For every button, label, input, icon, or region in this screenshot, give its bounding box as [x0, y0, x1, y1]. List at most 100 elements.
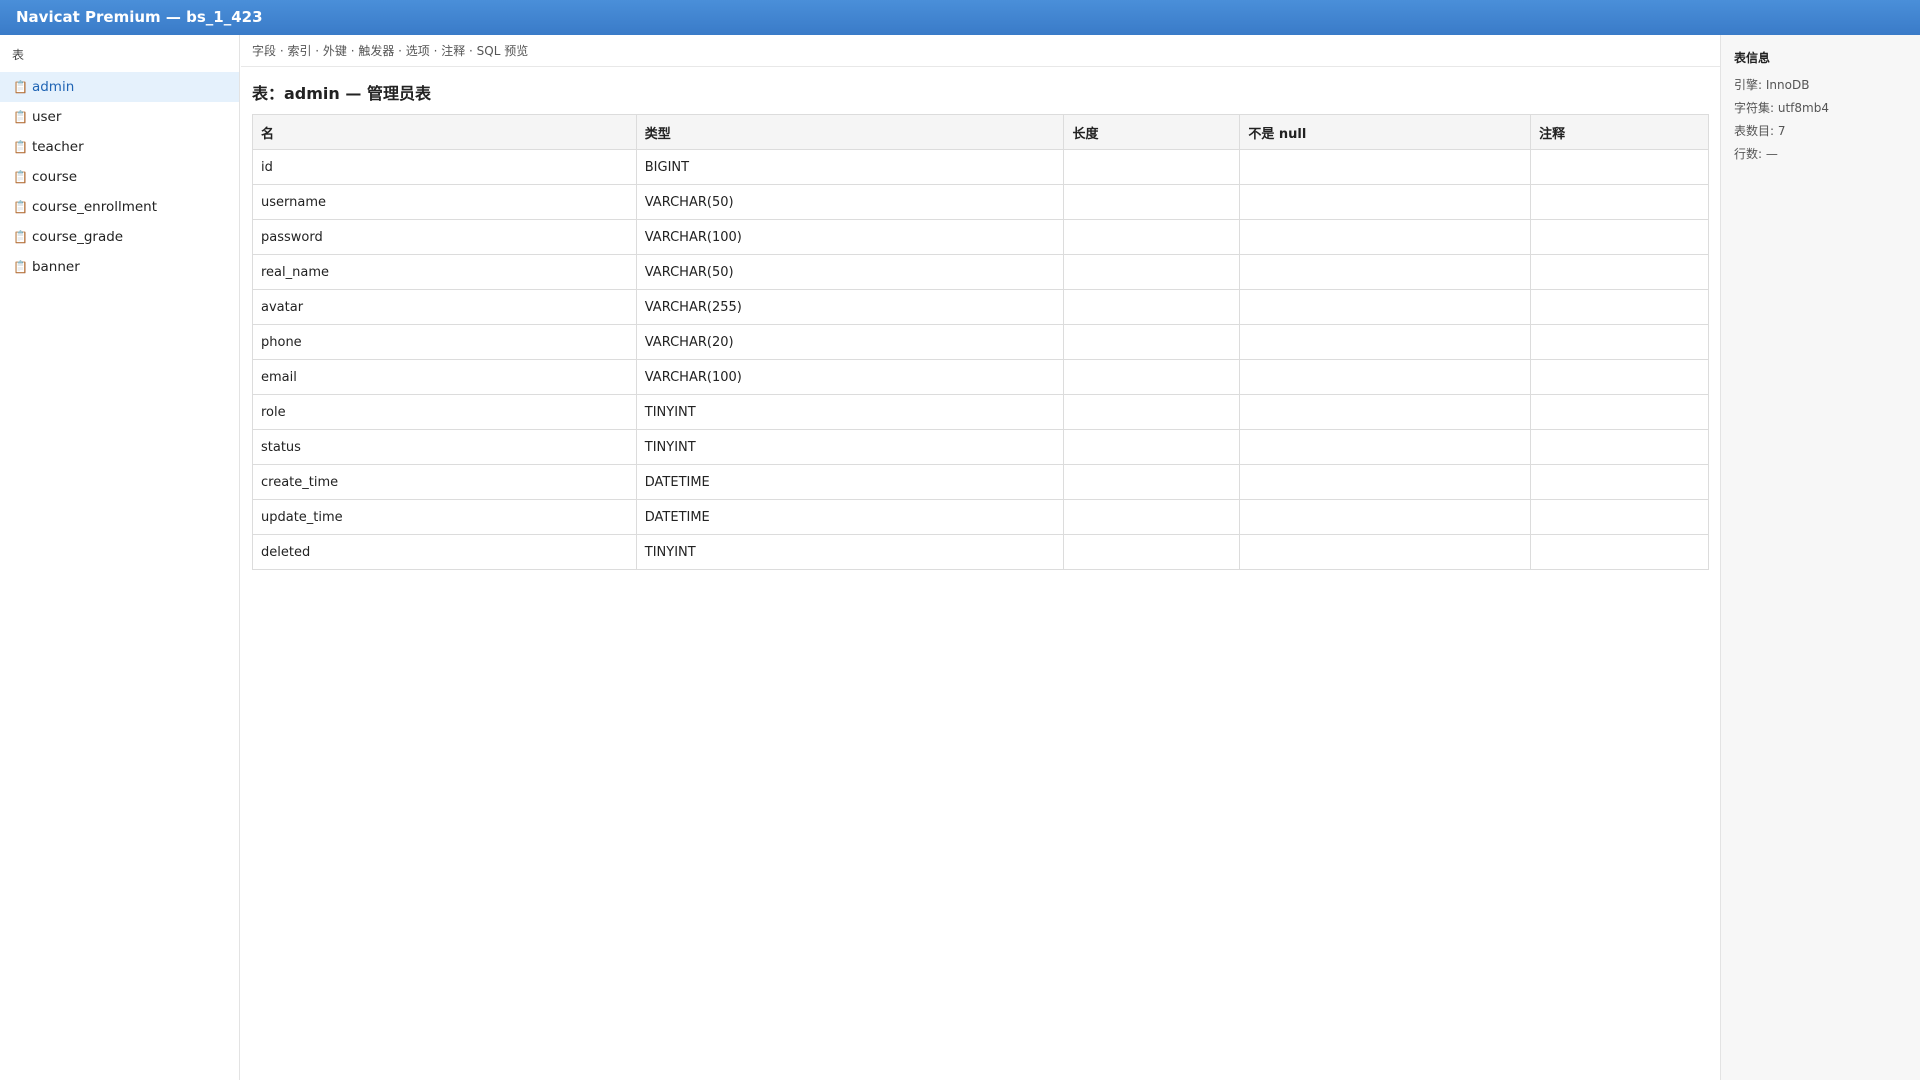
sidebar-item-label: course_enrollment: [31, 199, 158, 215]
field-type-cell[interactable]: VARCHAR(255): [635, 289, 1065, 325]
field-name-cell[interactable]: deleted: [252, 534, 637, 570]
field-length-cell[interactable]: [1063, 324, 1241, 360]
field-name-cell[interactable]: real_name: [252, 254, 637, 290]
sidebar-item-course-grade[interactable]: 📋 course_grade: [0, 222, 239, 252]
field-length-cell[interactable]: [1063, 499, 1241, 535]
column-header[interactable]: 注释: [1530, 114, 1709, 150]
table-icon: 📋: [13, 260, 28, 274]
field-name-cell[interactable]: update_time: [252, 499, 637, 535]
column-header[interactable]: 类型: [635, 114, 1065, 150]
info-charset: 字符集: utf8mb4: [1734, 101, 1829, 115]
field-length-cell[interactable]: [1063, 429, 1241, 465]
field-length-cell[interactable]: [1063, 149, 1241, 185]
table-row[interactable]: role TINYINT: [252, 394, 1709, 430]
field-type-cell[interactable]: TINYINT: [635, 429, 1065, 465]
sidebar-item-teacher[interactable]: 📋 teacher: [0, 132, 239, 162]
table-row[interactable]: real_name VARCHAR(50): [252, 254, 1709, 290]
info-rows: 行数: —: [1734, 147, 1778, 161]
field-name-cell[interactable]: username: [252, 184, 637, 220]
window-title: Navicat Premium — bs_1_423: [0, 0, 1920, 35]
field-name-cell[interactable]: id: [252, 149, 637, 185]
sidebar-item-course[interactable]: 📋 course: [0, 162, 239, 192]
field-name-cell[interactable]: avatar: [252, 289, 637, 325]
field-notnull-cell[interactable]: [1239, 149, 1532, 185]
sidebar-item-admin[interactable]: 📋 admin: [0, 72, 239, 102]
table-icon: 📋: [13, 80, 28, 94]
table-header-row: 名 类型 长度 不是 null 注释: [252, 114, 1709, 150]
field-length-cell[interactable]: [1063, 184, 1241, 220]
field-length-cell[interactable]: [1063, 394, 1241, 430]
table-row[interactable]: update_time DATETIME: [252, 499, 1709, 535]
field-length-cell[interactable]: [1063, 254, 1241, 290]
field-length-cell[interactable]: [1063, 359, 1241, 395]
sidebar-item-banner[interactable]: 📋 banner: [0, 252, 239, 282]
field-name-cell[interactable]: email: [252, 359, 637, 395]
field-notnull-cell[interactable]: [1239, 429, 1532, 465]
field-name-cell[interactable]: status: [252, 429, 637, 465]
table-row[interactable]: deleted TINYINT: [252, 534, 1709, 570]
field-type-cell[interactable]: DATETIME: [635, 464, 1065, 500]
info-table-count: 表数目: 7: [1734, 124, 1786, 138]
field-length-cell[interactable]: [1063, 534, 1241, 570]
field-notnull-cell[interactable]: [1239, 394, 1532, 430]
field-type-cell[interactable]: DATETIME: [635, 499, 1065, 535]
field-comment-cell[interactable]: [1530, 184, 1709, 220]
field-type-cell[interactable]: VARCHAR(50): [635, 254, 1065, 290]
field-type-cell[interactable]: VARCHAR(20): [635, 324, 1065, 360]
sidebar-item-label: teacher: [31, 139, 84, 155]
table-icon: 📋: [13, 200, 28, 214]
field-comment-cell[interactable]: [1530, 394, 1709, 430]
table-row[interactable]: avatar VARCHAR(255): [252, 289, 1709, 325]
table-row[interactable]: username VARCHAR(50): [252, 184, 1709, 220]
column-header[interactable]: 长度: [1063, 114, 1241, 150]
field-name-cell[interactable]: phone: [252, 324, 637, 360]
field-notnull-cell[interactable]: [1239, 289, 1532, 325]
sidebar: 表 📋 admin 📋 user 📋 teacher 📋 course 📋 course_…: [0, 35, 240, 1080]
table-icon: 📋: [13, 140, 28, 154]
field-notnull-cell[interactable]: [1239, 499, 1532, 535]
field-name-cell[interactable]: password: [252, 219, 637, 255]
field-length-cell[interactable]: [1063, 464, 1241, 500]
fields-table: 名 类型 长度 不是 null 注释 id BIGINT username VARC…: [252, 114, 1709, 570]
field-type-cell[interactable]: VARCHAR(100): [635, 219, 1065, 255]
field-notnull-cell[interactable]: [1239, 464, 1532, 500]
sidebar-item-course-enrollment[interactable]: 📋 course_enrollment: [0, 192, 239, 222]
table-row[interactable]: password VARCHAR(100): [252, 219, 1709, 255]
field-comment-cell[interactable]: [1530, 289, 1709, 325]
field-comment-cell[interactable]: [1530, 149, 1709, 185]
field-name-cell[interactable]: role: [252, 394, 637, 430]
table-row[interactable]: id BIGINT: [252, 149, 1709, 185]
field-type-cell[interactable]: VARCHAR(100): [635, 359, 1065, 395]
field-type-cell[interactable]: TINYINT: [635, 394, 1065, 430]
field-notnull-cell[interactable]: [1239, 359, 1532, 395]
sidebar-item-label: user: [31, 109, 62, 125]
field-comment-cell[interactable]: [1530, 429, 1709, 465]
field-notnull-cell[interactable]: [1239, 324, 1532, 360]
field-comment-cell[interactable]: [1530, 359, 1709, 395]
field-notnull-cell[interactable]: [1239, 534, 1532, 570]
field-comment-cell[interactable]: [1530, 464, 1709, 500]
field-type-cell[interactable]: VARCHAR(50): [635, 184, 1065, 220]
table-row[interactable]: phone VARCHAR(20): [252, 324, 1709, 360]
field-length-cell[interactable]: [1063, 289, 1241, 325]
field-comment-cell[interactable]: [1530, 324, 1709, 360]
table-row[interactable]: create_time DATETIME: [252, 464, 1709, 500]
table-row[interactable]: email VARCHAR(100): [252, 359, 1709, 395]
field-comment-cell[interactable]: [1530, 254, 1709, 290]
field-type-cell[interactable]: BIGINT: [635, 149, 1065, 185]
sidebar-header: 表: [12, 48, 25, 62]
field-notnull-cell[interactable]: [1239, 254, 1532, 290]
field-comment-cell[interactable]: [1530, 499, 1709, 535]
field-notnull-cell[interactable]: [1239, 219, 1532, 255]
field-name-cell[interactable]: create_time: [252, 464, 637, 500]
field-comment-cell[interactable]: [1530, 534, 1709, 570]
sidebar-item-user[interactable]: 📋 user: [0, 102, 239, 132]
field-length-cell[interactable]: [1063, 219, 1241, 255]
sidebar-item-label: course: [31, 169, 78, 185]
column-header[interactable]: 名: [252, 114, 637, 150]
column-header[interactable]: 不是 null: [1239, 114, 1532, 150]
field-notnull-cell[interactable]: [1239, 184, 1532, 220]
table-row[interactable]: status TINYINT: [252, 429, 1709, 465]
field-type-cell[interactable]: TINYINT: [635, 534, 1065, 570]
field-comment-cell[interactable]: [1530, 219, 1709, 255]
